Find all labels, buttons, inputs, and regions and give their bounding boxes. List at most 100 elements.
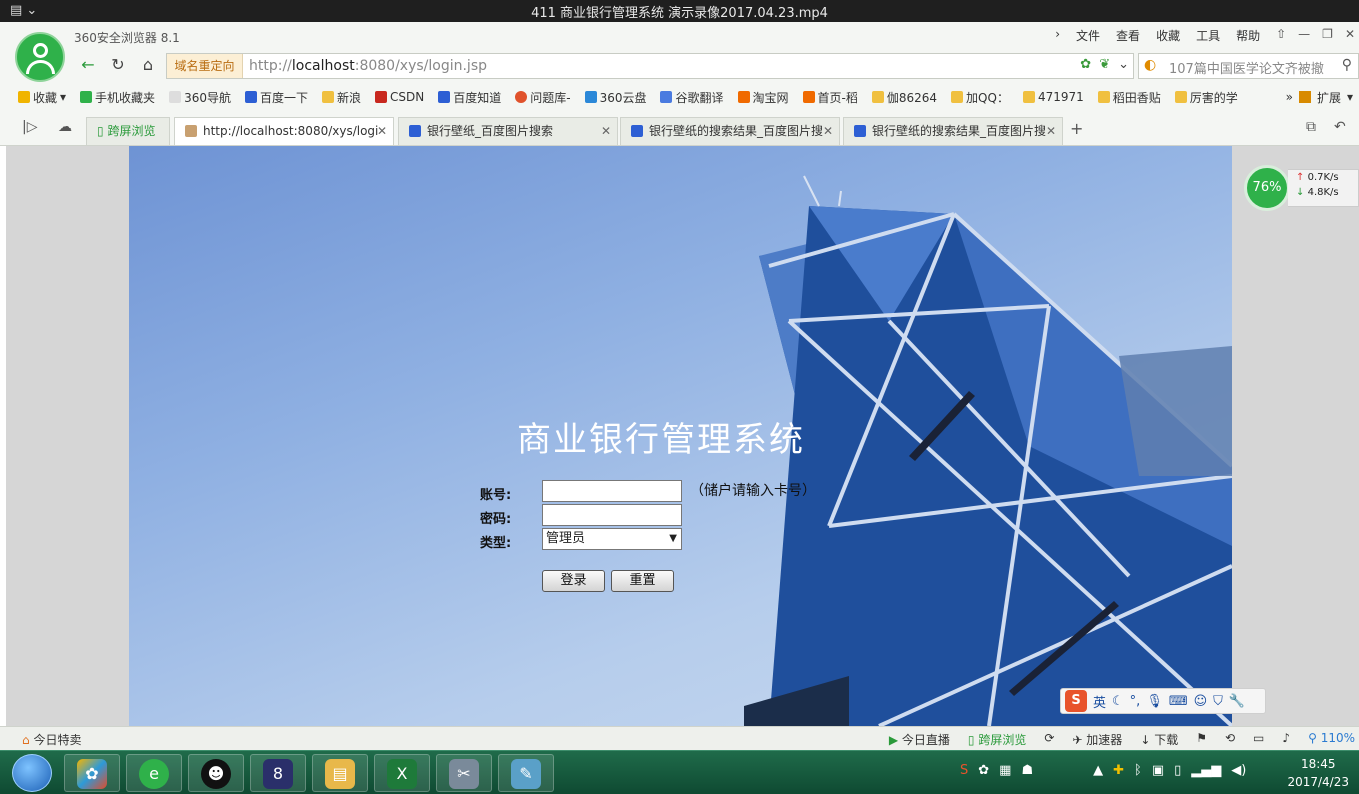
bookmark-item[interactable]: 百度知道 [438, 89, 501, 106]
undo-close-icon[interactable]: ↶ [1334, 119, 1346, 135]
close-icon[interactable]: ✕ [1345, 27, 1355, 43]
minimize-icon[interactable]: — [1298, 27, 1310, 43]
sidebar-toggle-icon[interactable]: |▷ [22, 119, 37, 135]
bookmark-item[interactable]: CSDN [375, 90, 424, 104]
menu-file[interactable]: 文件 [1076, 27, 1100, 43]
tab-close-icon[interactable]: ✕ [377, 118, 387, 144]
tray-flower-icon[interactable]: ✿ [978, 763, 989, 778]
window-icon[interactable]: ▭ [1253, 731, 1264, 748]
speed-percent[interactable]: 76% [1244, 165, 1290, 211]
volume-icon[interactable]: ◀) [1231, 763, 1246, 778]
tray-network-app-icon[interactable]: ▲ [1093, 763, 1103, 778]
menu-favorites[interactable]: 收藏 [1156, 27, 1180, 43]
taskbar-app-colorful[interactable]: ✿ [64, 754, 120, 792]
account-input[interactable] [542, 480, 682, 502]
menu-help[interactable]: 帮助 [1236, 27, 1260, 43]
ime-toolbar[interactable]: S 英 ☾ °, 🎙 ⌨ ☺ ⛉ 🔧 [1060, 688, 1266, 714]
search-box[interactable]: ◐ 107篇中国医学论文齐被撤 ⚲ [1138, 53, 1359, 79]
status-refresh-icon[interactable]: ⟳ [1044, 731, 1054, 748]
bookmark-item[interactable]: 问题库- [515, 89, 571, 106]
status-cross-screen[interactable]: ▯ 跨屏浏览 [968, 731, 1026, 748]
clock[interactable]: 18:45 2017/4/23 [1287, 755, 1349, 791]
taskbar-app-excel[interactable]: X [374, 754, 430, 792]
search-icon[interactable]: ⚲ [1342, 57, 1352, 73]
tab-baidu-1[interactable]: 银行壁纸_百度图片搜索 ✕ [398, 117, 618, 145]
skin-icon[interactable]: ⇧ [1276, 27, 1286, 43]
bookmark-item[interactable]: 谷歌翻译 [660, 89, 724, 106]
redirect-tag[interactable]: 域名重定向 [167, 54, 243, 78]
type-select[interactable]: 管理员 ▼ [542, 528, 682, 550]
search-engine-icon[interactable]: ◐ [1144, 57, 1156, 73]
sound-icon[interactable]: ♪ [1282, 731, 1290, 748]
dropdown-chevron-icon[interactable]: ⌄ [1118, 57, 1129, 72]
taskbar-app-qq[interactable]: ☻ [188, 754, 244, 792]
start-button[interactable] [12, 754, 52, 792]
sogou-tray-icon[interactable]: S [960, 763, 968, 778]
cache-icon[interactable]: ⟲ [1225, 731, 1235, 748]
shirt-icon[interactable]: ⛉ [1213, 694, 1223, 709]
new-tab-icon[interactable]: + [1070, 119, 1083, 138]
status-accelerator[interactable]: ✈ 加速器 [1072, 731, 1122, 748]
speed-widget[interactable]: 76% ↑ 0.7K/s ↓ 4.8K/s [1244, 165, 1359, 211]
speedup-icon[interactable]: ✿ [1080, 57, 1091, 72]
tray-monitor-icon[interactable]: ▣ [1152, 763, 1164, 778]
bookmark-item[interactable]: 471971 [1022, 90, 1084, 104]
back-icon[interactable]: ← [76, 53, 100, 77]
bookmark-item[interactable]: 稻田香贴 [1097, 89, 1161, 106]
taskbar-app-eclipse[interactable]: 8 [250, 754, 306, 792]
sogou-icon[interactable]: S [1065, 690, 1087, 712]
tab-close-icon[interactable]: ✕ [823, 118, 833, 144]
status-live[interactable]: ▶ 今日直播 [889, 731, 950, 748]
taskbar-app-360browser[interactable]: e [126, 754, 182, 792]
moon-icon[interactable]: ☾ [1112, 694, 1124, 709]
tab-login[interactable]: http://localhost:8080/xys/logi ✕ [174, 117, 394, 145]
tab-close-icon[interactable]: ✕ [601, 118, 611, 144]
punctuation-icon[interactable]: °, [1130, 694, 1141, 709]
tray-people-icon[interactable]: ☗ [1021, 763, 1033, 778]
wrench-icon[interactable]: 🔧 [1229, 694, 1245, 709]
address-bar[interactable]: 域名重定向 http://localhost:8080/xys/login.js… [166, 53, 1134, 79]
bookmarks-extend[interactable]: » 扩展 ▾ [1285, 85, 1359, 109]
password-input[interactable] [542, 504, 682, 526]
search-input[interactable]: 107篇中国医学论文齐被撤 [1169, 58, 1329, 77]
url-text[interactable]: http://localhost:8080/xys/login.jsp [249, 58, 487, 74]
tray-grid-icon[interactable]: ▦ [999, 763, 1011, 778]
tab-close-icon[interactable]: ✕ [1046, 118, 1056, 144]
status-download[interactable]: ↓ 下载 [1140, 731, 1178, 748]
ime-mode[interactable]: 英 [1093, 692, 1106, 711]
bluetooth-icon[interactable]: ᛒ [1134, 763, 1142, 778]
keyboard-icon[interactable]: ⌨ [1169, 694, 1188, 709]
menu-view[interactable]: 查看 [1116, 27, 1140, 43]
tray-security-icon[interactable]: ✚ [1113, 763, 1124, 778]
user-avatar-icon[interactable] [15, 32, 65, 82]
cloud-icon[interactable]: ☁ [58, 119, 72, 135]
bookmark-item[interactable]: 首页-稻 [802, 89, 858, 106]
user-icon[interactable]: ☺ [1194, 694, 1208, 709]
tab-baidu-3[interactable]: 银行壁纸的搜索结果_百度图片搜 ✕ [843, 117, 1063, 145]
bookmark-item[interactable]: 360导航 [169, 89, 231, 106]
bookmark-item[interactable]: 百度一下 [244, 89, 308, 106]
bookmark-item[interactable]: 厉害的学 [1174, 89, 1238, 106]
login-button[interactable]: 登录 [542, 570, 605, 592]
taskbar-app-explorer[interactable]: ▤ [312, 754, 368, 792]
menu-chevron-icon[interactable]: › [1055, 27, 1060, 43]
restore-icon[interactable]: ❐ [1322, 27, 1333, 43]
bookmark-item[interactable]: 加QQ： [951, 89, 1009, 106]
tab-baidu-2[interactable]: 银行壁纸的搜索结果_百度图片搜 ✕ [620, 117, 840, 145]
status-deals[interactable]: ⌂ 今日特卖 [22, 731, 81, 748]
bookmark-item[interactable]: 手机收藏夹 [80, 89, 155, 106]
menu-tools[interactable]: 工具 [1196, 27, 1220, 43]
reset-button[interactable]: 重置 [611, 570, 674, 592]
bookmark-item[interactable]: 淘宝网 [737, 89, 789, 106]
signal-icon[interactable]: ▂▄▆ [1191, 763, 1221, 778]
taskbar-app-notepad[interactable]: ✎ [498, 754, 554, 792]
bookmark-item[interactable]: 伽86264 [871, 89, 937, 106]
home-icon[interactable]: ⌂ [136, 53, 160, 77]
refresh-icon[interactable]: ↻ [106, 53, 130, 77]
bookmark-item[interactable]: 收藏 ▾ [18, 89, 66, 106]
bookmark-item[interactable]: 360云盘 [584, 89, 646, 106]
taskbar-app-tools[interactable]: ✂ [436, 754, 492, 792]
bookmark-item[interactable]: 新浪 [321, 89, 361, 106]
tab-list-icon[interactable]: ⧉ [1306, 119, 1316, 135]
leaf-icon[interactable]: ❦ [1099, 57, 1110, 72]
